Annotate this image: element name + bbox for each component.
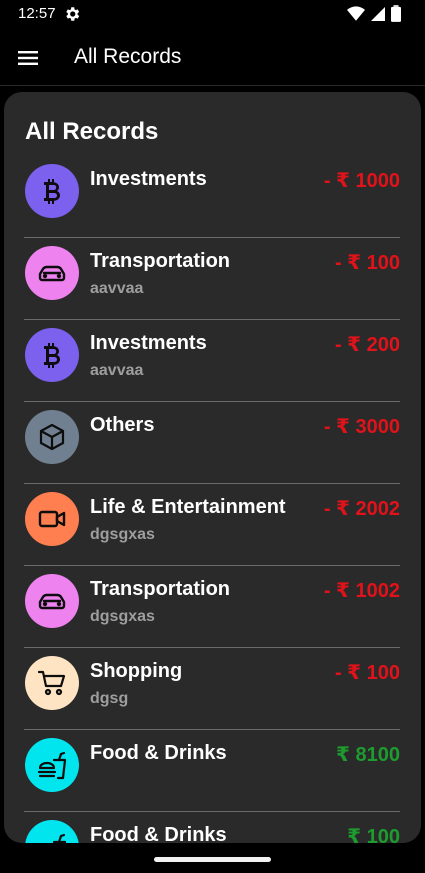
record-note: dgsgxas [90,526,155,543]
record-amount: - ₹ 2002 [323,498,400,520]
records-card: All Records Investments - ₹ 1000 Transpor… [4,92,421,843]
record-category: Transportation [90,578,231,600]
menu-icon[interactable] [14,44,42,72]
record-category: Food & Drinks [90,824,227,843]
record-category: Food & Drinks [90,742,227,764]
fastfood-icon [25,820,79,843]
record-note: dgsg [90,690,129,707]
cart-icon [25,656,79,710]
record-amount: - ₹ 200 [334,334,400,356]
video-icon [25,492,79,546]
card-title: All Records [25,118,159,145]
signal-icon [371,6,385,21]
records-list: Investments - ₹ 1000 Transportation aavvaa… [4,156,421,843]
record-amount: - ₹ 1000 [323,170,400,192]
record-category: Shopping [90,660,183,682]
record-amount: ₹ 100 [347,826,400,843]
record-row[interactable]: Life & Entertainment dgsgxas - ₹ 2002 [4,484,421,566]
gear-icon [66,7,80,21]
cube-icon [25,410,79,464]
record-row[interactable]: Shopping dgsg - ₹ 100 [4,648,421,730]
record-category: Life & Entertainment [90,496,286,518]
record-row[interactable]: Transportation dgsgxas - ₹ 1002 [4,566,421,648]
status-bar: 12:57 [0,0,425,28]
gesture-nav-handle[interactable] [154,857,271,862]
status-time: 12:57 [18,5,56,22]
record-row[interactable]: Food & Drinks ₹ 8100 [4,730,421,812]
record-amount: ₹ 8100 [336,744,400,766]
app-bar: All Records [0,30,425,86]
car-icon [25,246,79,300]
app-bar-divider [0,85,425,86]
record-category: Others [90,414,155,436]
record-amount: - ₹ 100 [334,252,400,274]
record-row[interactable]: Investments - ₹ 1000 [4,156,421,238]
wifi-icon [347,5,365,21]
bitcoin-icon [25,328,79,382]
record-note: dgsgxas [90,608,155,625]
fastfood-icon [25,738,79,792]
record-category: Investments [90,332,207,354]
bitcoin-icon [25,164,79,218]
record-row[interactable]: Others - ₹ 3000 [4,402,421,484]
record-note: aavvaa [90,280,144,297]
record-category: Investments [90,168,207,190]
record-amount: - ₹ 1002 [323,580,400,602]
record-row[interactable]: Transportation aavvaa - ₹ 100 [4,238,421,320]
record-row[interactable]: Food & Drinks ₹ 100 [4,812,421,843]
car-icon [25,574,79,628]
app-title: All Records [74,45,182,68]
battery-icon [391,5,401,22]
record-note: aavvaa [90,362,144,379]
record-amount: - ₹ 3000 [323,416,400,438]
record-row[interactable]: Investments aavvaa - ₹ 200 [4,320,421,402]
record-amount: - ₹ 100 [334,662,400,684]
record-category: Transportation [90,250,231,272]
